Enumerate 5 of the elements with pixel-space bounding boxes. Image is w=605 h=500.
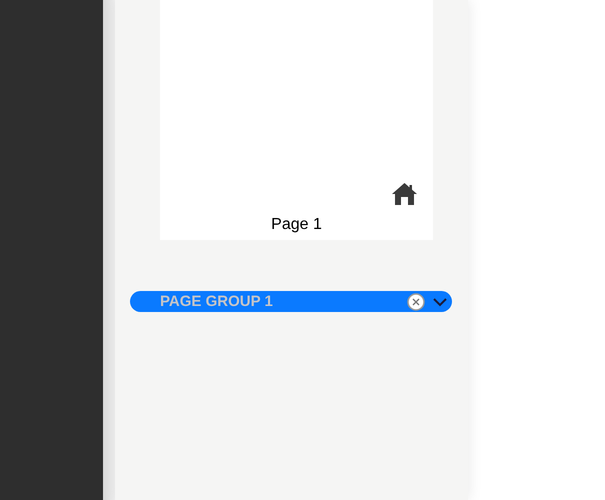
page-thumbnail[interactable]: Page 1 — [160, 0, 433, 240]
chevron-down-icon[interactable] — [432, 296, 448, 306]
clear-icon[interactable] — [407, 292, 425, 310]
home-icon — [391, 182, 418, 206]
page-label: Page 1 — [271, 215, 322, 235]
